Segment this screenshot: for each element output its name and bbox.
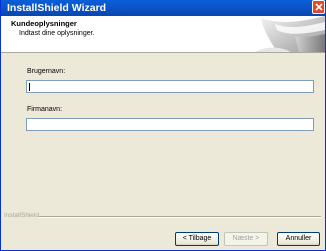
company-label: Firmanavn: bbox=[27, 106, 63, 113]
footer-divider bbox=[39, 216, 321, 218]
username-label: Brugernavn: bbox=[27, 68, 66, 75]
close-icon bbox=[315, 3, 323, 11]
header-subtitle: Indtast dine oplysninger. bbox=[19, 30, 95, 37]
title-bar[interactable]: InstallShield Wizard bbox=[1, 0, 325, 16]
computer-graphic-icon bbox=[255, 16, 325, 52]
close-button[interactable] bbox=[312, 0, 325, 14]
installshield-brand: InstallShield bbox=[4, 212, 40, 219]
header-title: Kundeoplysninger bbox=[11, 19, 77, 28]
username-input[interactable] bbox=[26, 80, 314, 93]
next-button[interactable]: Næste > bbox=[224, 232, 268, 246]
cancel-button[interactable]: Annuller bbox=[277, 232, 320, 246]
back-button[interactable]: < Tilbage bbox=[175, 232, 219, 246]
installshield-wizard-window: InstallShield Wizard Kundeoplysninger In… bbox=[0, 0, 326, 251]
window-title: InstallShield Wizard bbox=[7, 2, 107, 14]
text-caret bbox=[29, 83, 30, 91]
wizard-header: Kundeoplysninger Indtast dine oplysninge… bbox=[1, 16, 325, 53]
company-input[interactable] bbox=[26, 118, 314, 131]
